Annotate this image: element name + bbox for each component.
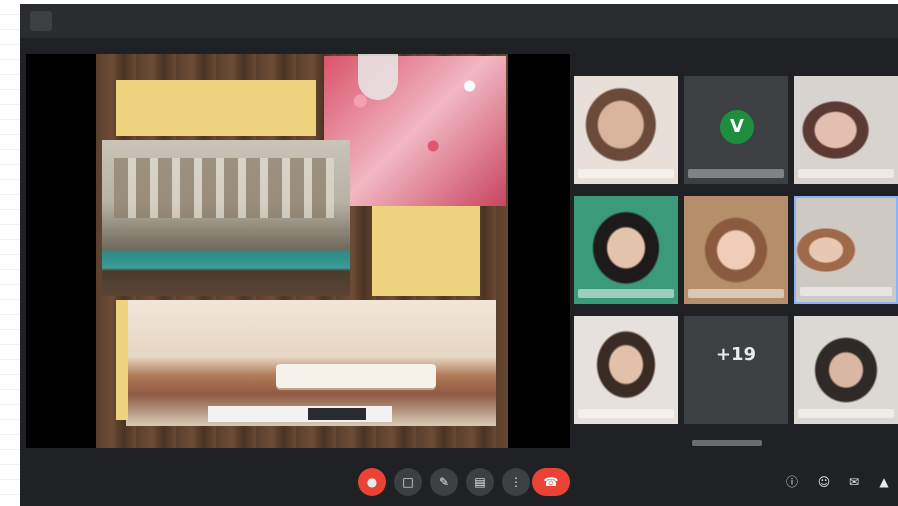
participant-tile[interactable]: V — [684, 76, 788, 184]
participant-tile[interactable] — [574, 316, 678, 424]
slide-caption-button[interactable] — [308, 408, 366, 420]
participant-video — [794, 76, 898, 184]
participant-tile[interactable] — [794, 76, 898, 184]
title-bar — [20, 4, 898, 38]
meet-window: V +19 ● □ ✎ ▤ ⋮ ☎ ⓘ ☺ ✉ ▲ — [20, 4, 898, 506]
participant-grid: V +19 — [574, 76, 898, 436]
participant-tile[interactable] — [574, 196, 678, 304]
info-icon[interactable]: ⓘ — [784, 474, 800, 490]
participant-avatar: V — [720, 110, 754, 144]
activities-icon[interactable]: ▲ — [876, 474, 892, 490]
chat-icon[interactable]: ✉ — [846, 474, 862, 490]
more-participants-tile[interactable]: +19 — [684, 316, 788, 424]
participant-name — [798, 409, 894, 418]
participant-video — [574, 196, 678, 304]
participant-tile[interactable] — [574, 76, 678, 184]
slide-note-bottom — [116, 300, 128, 420]
present-icon[interactable]: ▤ — [466, 468, 494, 496]
chat-line — [692, 440, 762, 446]
wall-frames — [114, 158, 334, 218]
participant-name — [688, 169, 784, 178]
end-call-icon[interactable]: ☎ — [532, 468, 570, 496]
participant-video — [794, 316, 898, 424]
participant-tile-active[interactable] — [794, 196, 898, 304]
app-icon — [30, 11, 52, 31]
participant-tile[interactable] — [684, 196, 788, 304]
participant-tile[interactable] — [794, 316, 898, 424]
more-participants-count: +19 — [715, 344, 757, 365]
participant-name — [688, 289, 784, 298]
meeting-controls-bar: ● □ ✎ ▤ ⋮ ☎ ⓘ ☺ ✉ ▲ — [20, 456, 898, 506]
participant-name — [578, 409, 674, 418]
presentation-stage — [26, 54, 570, 448]
camera-icon[interactable]: □ — [394, 468, 422, 496]
participant-video — [684, 196, 788, 304]
participant-video — [574, 316, 678, 424]
more-icon[interactable]: ⋮ — [502, 468, 530, 496]
participant-name — [578, 169, 674, 178]
participant-name — [800, 287, 892, 296]
people-icon[interactable]: ☺ — [816, 474, 832, 490]
slide-photo-lampshade — [324, 56, 506, 206]
lamp-shape — [358, 54, 398, 100]
slide-note-top — [116, 80, 316, 136]
participant-name — [798, 169, 894, 178]
dining-table — [276, 364, 436, 388]
captions-icon[interactable]: ✎ — [430, 468, 458, 496]
participant-video — [574, 76, 678, 184]
participant-name — [578, 289, 674, 298]
slide-note-middle — [372, 206, 480, 296]
slide-photo-gallery-room — [102, 140, 350, 296]
mic-off-icon[interactable]: ● — [358, 468, 386, 496]
shared-slide — [96, 54, 508, 448]
